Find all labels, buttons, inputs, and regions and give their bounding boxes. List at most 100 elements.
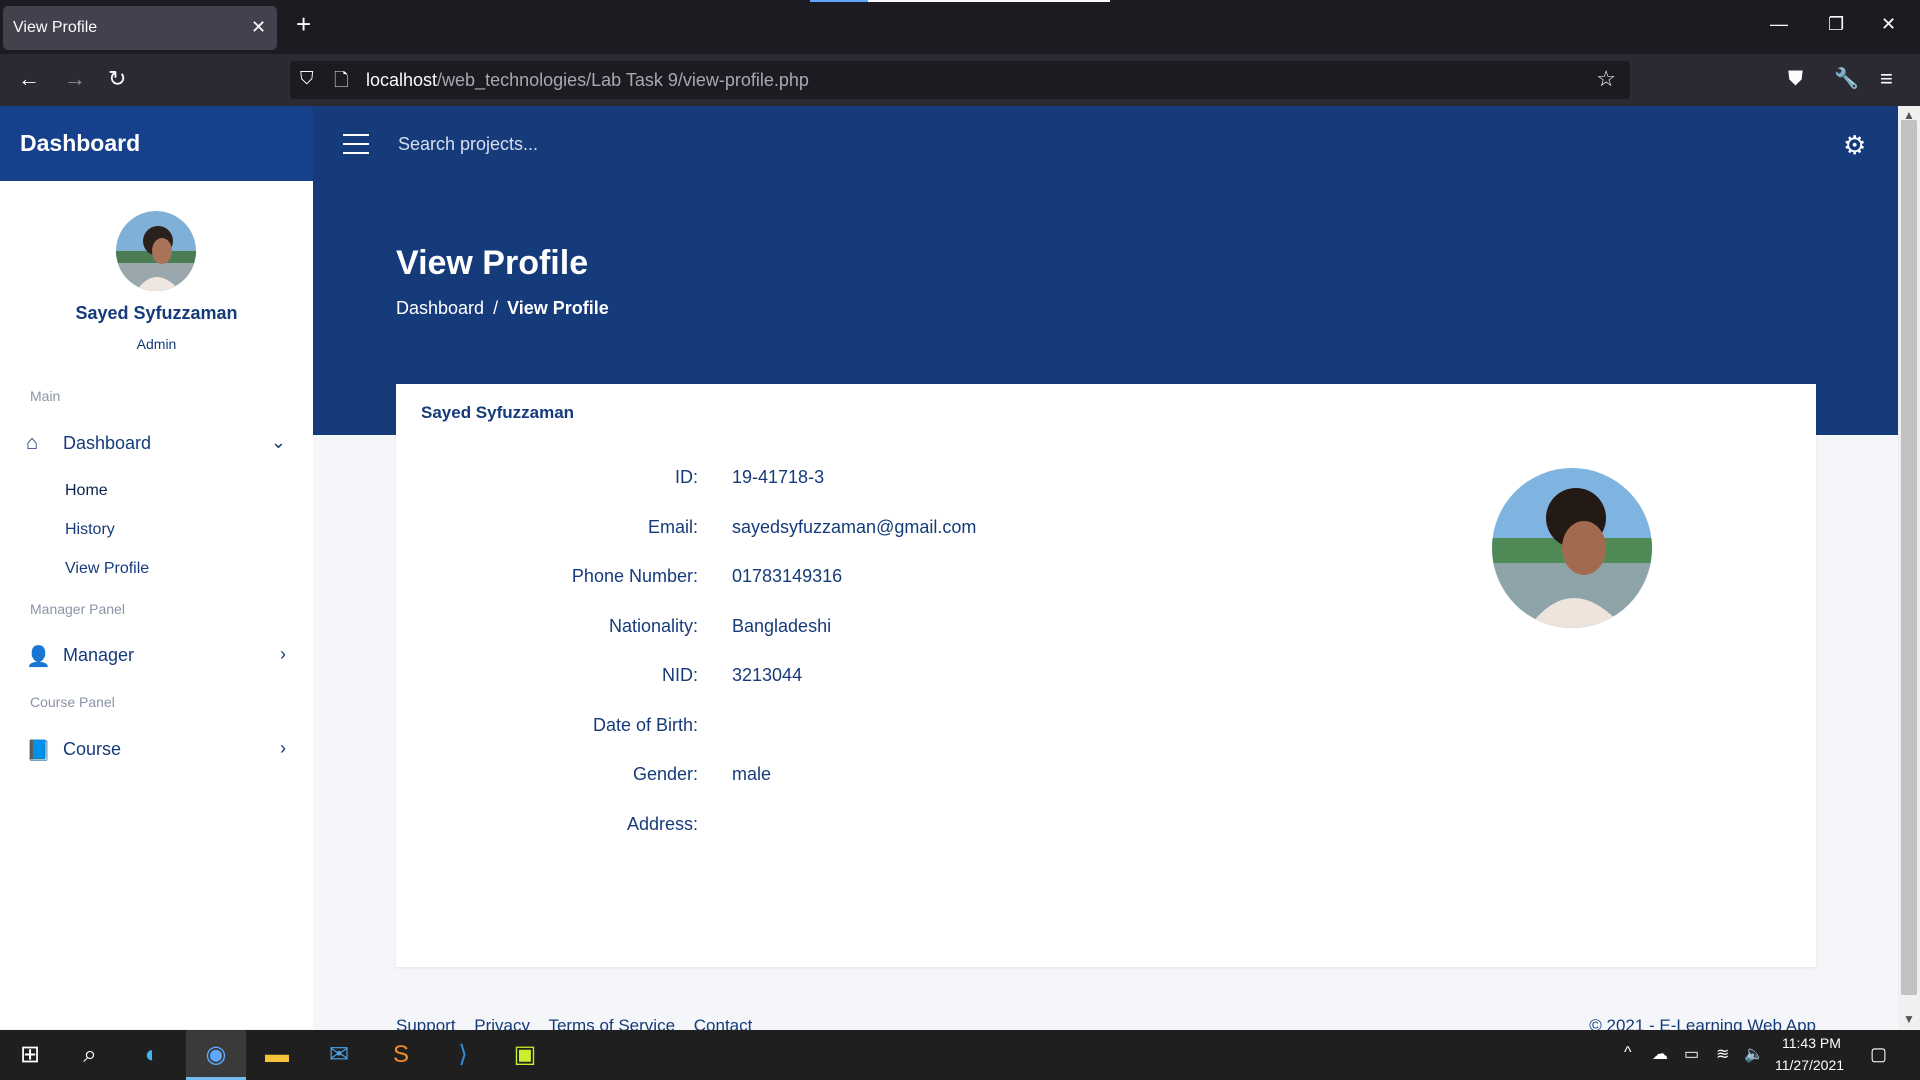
tray-chevron-up-icon[interactable]: ^: [1624, 1044, 1632, 1062]
clock-time[interactable]: 11:43 PM: [1782, 1035, 1841, 1051]
brand-title[interactable]: Dashboard: [20, 130, 140, 157]
sidebar-subitem-view-profile[interactable]: View Profile: [65, 560, 149, 578]
section-label-course: Course Panel: [30, 694, 115, 710]
scroll-thumb[interactable]: [1901, 120, 1917, 995]
profile-card: Sayed Syfuzzaman ID: 19-41718-3 Email: s…: [396, 384, 1816, 967]
edge-browser-icon[interactable]: ◐: [137, 1040, 167, 1070]
field-label-id: ID:: [674, 467, 698, 487]
tab-title: View Profile: [13, 19, 98, 36]
brand-area: Dashboard: [0, 106, 313, 181]
restore-icon[interactable]: ❐: [1828, 14, 1844, 35]
chevron-right-icon: ›: [280, 644, 286, 664]
field-label-address: Address:: [626, 814, 698, 834]
menu-toggle-icon[interactable]: [343, 134, 369, 154]
field-value-email: sayedsyfuzzaman@gmail.com: [732, 517, 977, 537]
wrench-icon[interactable]: 🔧: [1834, 66, 1859, 92]
minimize-icon[interactable]: —: [1770, 14, 1788, 35]
user-name: Sayed Syfuzzaman: [75, 303, 238, 323]
page-icon[interactable]: 🗋: [334, 68, 348, 98]
field-value-nid: 3213044: [732, 665, 803, 685]
onedrive-icon[interactable]: ☁: [1652, 1044, 1668, 1064]
footer-copyright: © 2021 - E-Learning Web App: [1589, 1016, 1816, 1030]
mail-icon[interactable]: ✉: [324, 1040, 354, 1070]
url-text[interactable]: localhost/web_technologies/Lab Task 9/vi…: [366, 70, 809, 91]
chevron-right-icon: ›: [280, 738, 286, 758]
field-label-dob: Date of Birth:: [592, 715, 698, 735]
field-label-gender: Gender:: [632, 764, 698, 784]
breadcrumb-link-dashboard[interactable]: Dashboard: [396, 298, 484, 318]
sublime-text-icon[interactable]: S: [386, 1040, 416, 1070]
field-label-phone: Phone Number:: [571, 566, 698, 586]
footer-link-privacy[interactable]: Privacy: [474, 1016, 530, 1030]
field-value-gender: male: [732, 764, 772, 784]
battery-icon[interactable]: ▭: [1684, 1044, 1699, 1064]
sidebar-item-course[interactable]: 📘 Course ›: [26, 736, 286, 766]
back-icon[interactable]: ←: [18, 66, 40, 92]
browser-toolbar: ← → ↻ ⛉ 🗋 localhost/web_technologies/Lab…: [0, 54, 1920, 106]
hamburger-menu-icon[interactable]: ≡: [1880, 66, 1893, 92]
profile-photo: [1492, 468, 1652, 628]
footer-link-terms[interactable]: Terms of Service: [548, 1016, 675, 1030]
section-label-manager: Manager Panel: [30, 601, 125, 617]
field-label-email: Email:: [647, 517, 698, 537]
footer-link-support[interactable]: Support: [396, 1016, 456, 1030]
sidebar-item-manager[interactable]: 👤 Manager ›: [26, 642, 286, 672]
field-value-nationality: Bangladeshi: [732, 616, 832, 636]
url-host: localhost: [366, 70, 438, 90]
forward-icon[interactable]: →: [64, 66, 86, 92]
footer-link-contact[interactable]: Contact: [694, 1016, 753, 1030]
volume-icon[interactable]: 🔈: [1744, 1044, 1764, 1064]
search-icon[interactable]: ⌕: [75, 1040, 105, 1070]
avatar: [116, 211, 196, 291]
book-icon: 📘: [26, 740, 51, 762]
reload-icon[interactable]: ↻: [108, 66, 126, 92]
breadcrumb-separator: /: [493, 298, 499, 318]
field-label-nid: NID:: [662, 665, 698, 685]
field-value-phone: 01783149316: [732, 566, 843, 586]
section-label-main: Main: [30, 388, 61, 404]
sidebar-subitem-home[interactable]: Home: [65, 482, 108, 500]
user-role: Admin: [136, 336, 177, 352]
tab-scroll-indicator-active: [810, 0, 868, 2]
new-tab-icon[interactable]: +: [296, 11, 311, 37]
card-title: Sayed Syfuzzaman: [421, 403, 575, 422]
sidebar-item-label: Dashboard: [63, 433, 152, 453]
vscode-icon[interactable]: ⟩: [448, 1040, 478, 1070]
breadcrumb-current: View Profile: [507, 298, 609, 318]
scroll-down-icon[interactable]: ▼: [1903, 1012, 1915, 1026]
app-header: Dashboard ⚙: [0, 106, 1898, 181]
close-window-icon[interactable]: ✕: [1881, 14, 1896, 35]
notifications-icon[interactable]: ▢: [1870, 1044, 1887, 1065]
shield-icon[interactable]: ⛉: [300, 68, 314, 89]
clock-date[interactable]: 11/27/2021: [1775, 1057, 1844, 1073]
os-taskbar: ⊞ ⌕ ◐ ◉ ▬ ✉ S ⟩ ▣ ^ ☁ ▭ ≋ 🔈 11:43 PM 11/…: [0, 1030, 1920, 1080]
sidebar-subitem-history[interactable]: History: [65, 521, 115, 539]
user-icon: 👤: [26, 646, 51, 668]
gear-icon[interactable]: ⚙: [1843, 132, 1866, 158]
page-title: View Profile: [396, 244, 589, 282]
url-path: /web_technologies/Lab Task 9/view-profil…: [437, 70, 809, 90]
page-scrollbar[interactable]: ▲ ▼: [1898, 106, 1920, 1029]
home-icon: ⌂: [26, 432, 39, 454]
browser-tab-bar: View Profile ✕ + — ❐ ✕: [0, 0, 1920, 54]
sidebar-item-label: Course: [63, 739, 122, 759]
windows-start-icon[interactable]: ⊞: [15, 1040, 45, 1070]
chevron-down-icon: ⌄: [270, 432, 286, 452]
footer: Support Privacy Terms of Service Contact…: [396, 1016, 1816, 1030]
field-label-nationality: Nationality:: [608, 616, 698, 636]
file-explorer-icon[interactable]: ▬: [262, 1040, 292, 1070]
field-value-id: 19-41718-3: [732, 467, 825, 487]
browser-tab-active[interactable]: View Profile ✕: [3, 6, 277, 50]
address-bar[interactable]: ⛉ 🗋 localhost/web_technologies/Lab Task …: [290, 61, 1630, 99]
breadcrumb: Dashboard / View Profile: [396, 298, 609, 319]
pycharm-icon[interactable]: ▣: [510, 1040, 540, 1070]
tab-close-icon[interactable]: ✕: [251, 17, 266, 38]
search-input[interactable]: [398, 128, 898, 160]
bookmark-star-icon[interactable]: ☆: [1596, 66, 1616, 92]
pocket-icon[interactable]: ⛊: [1788, 66, 1803, 92]
wifi-icon[interactable]: ≋: [1716, 1044, 1729, 1064]
sidebar-item-dashboard[interactable]: ⌂ Dashboard ⌄: [26, 430, 286, 460]
firefox-icon[interactable]: ◉: [201, 1040, 231, 1070]
sidebar-item-label: Manager: [63, 645, 135, 665]
sidebar: Sayed Syfuzzaman Admin Main ⌂ Dashboard …: [0, 181, 313, 1029]
